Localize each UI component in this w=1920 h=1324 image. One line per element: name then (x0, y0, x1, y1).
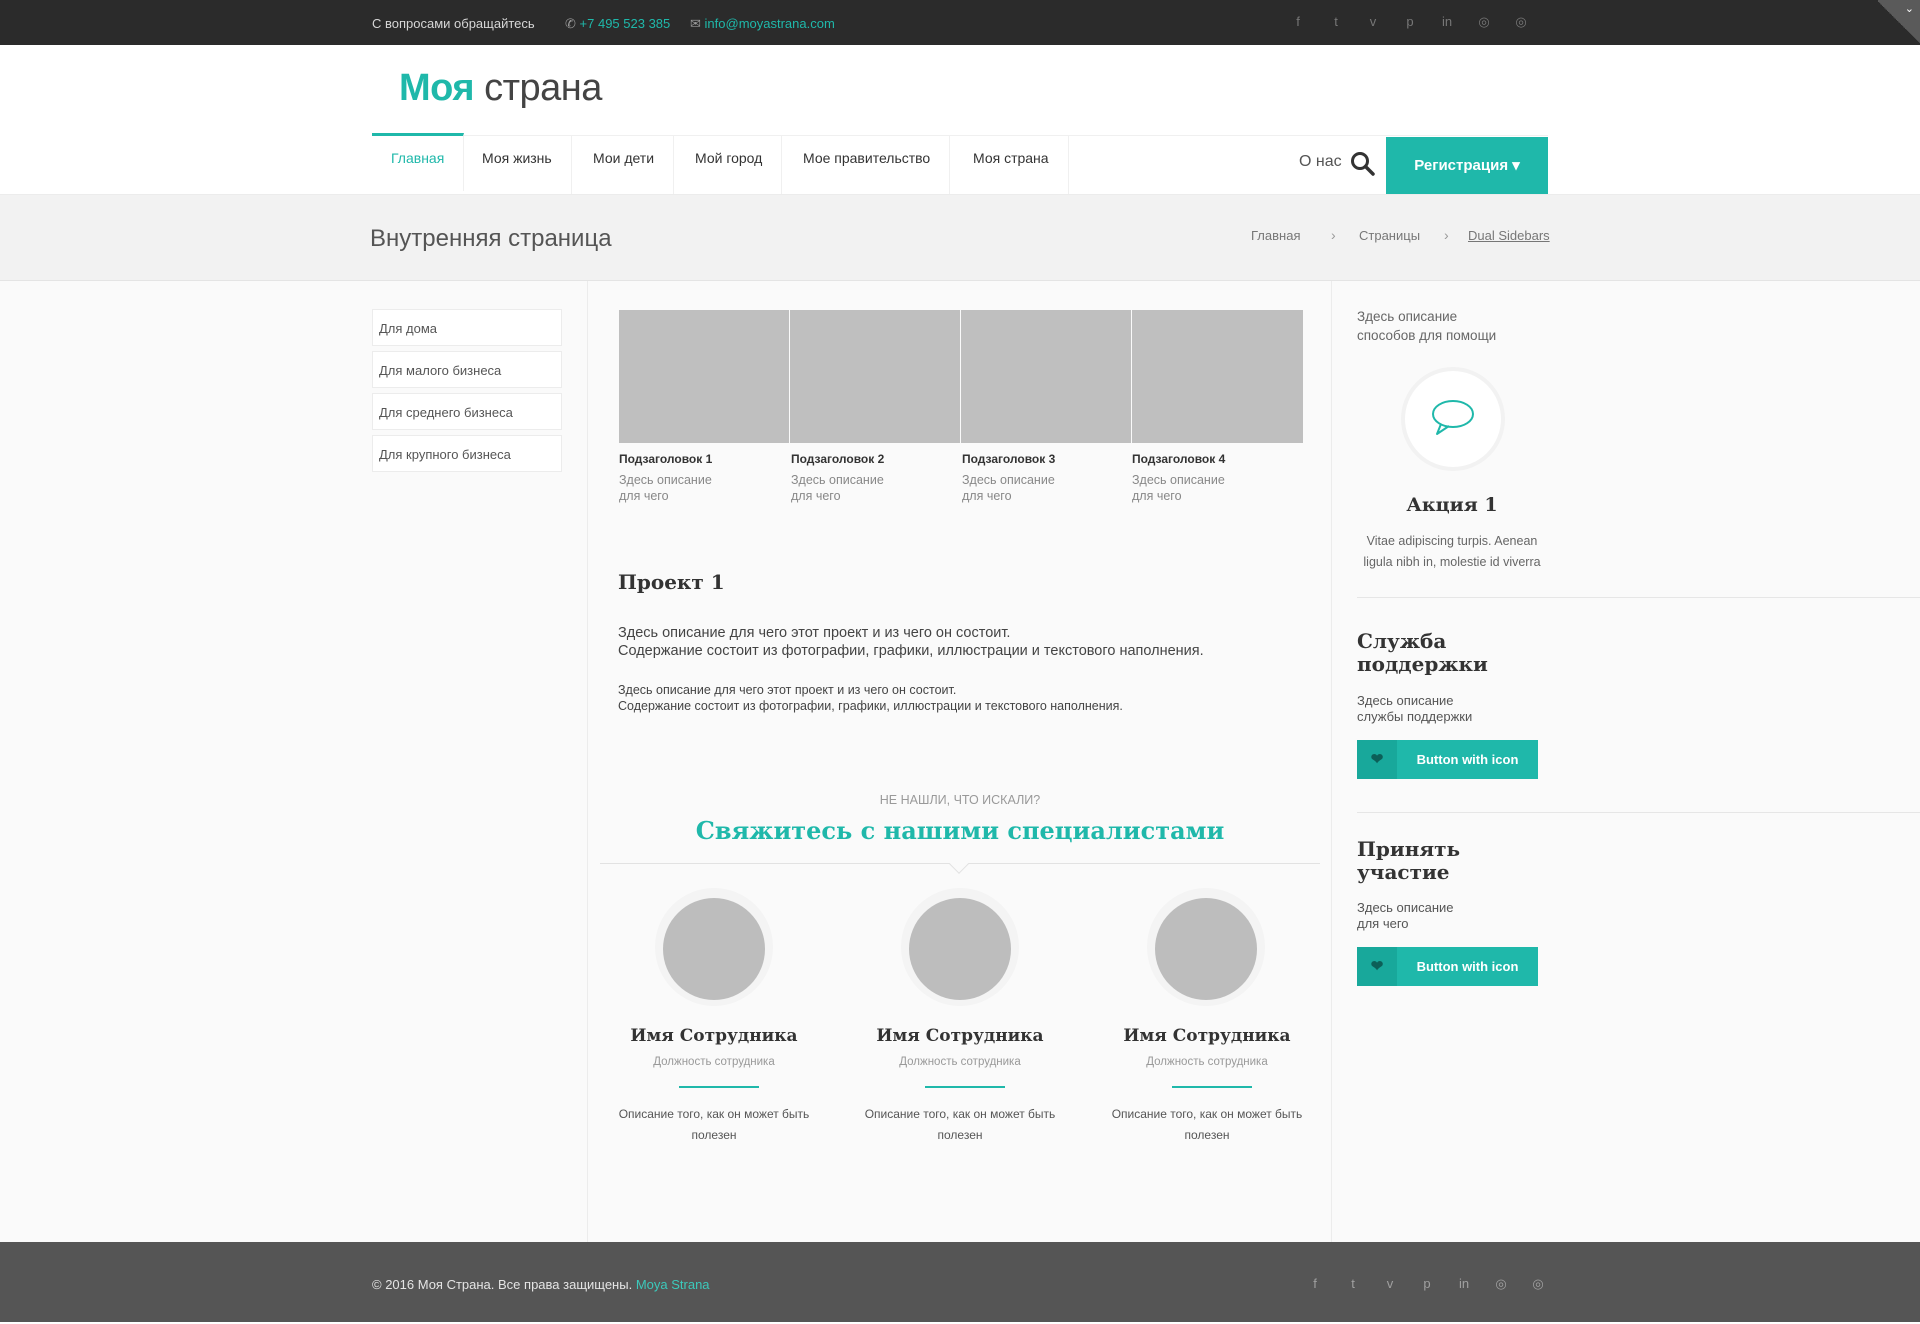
dribbble-icon[interactable]: ◎ (1529, 1275, 1547, 1293)
member-name: Имя Сотрудника (876, 1026, 1044, 1046)
gallery-image[interactable] (961, 310, 1131, 443)
search-icon[interactable] (1350, 151, 1376, 177)
envelope-icon: ✉ (690, 16, 701, 31)
join-text: Здесь описание для чего (1357, 900, 1454, 931)
member-description: Описание того, как он может быть полезен (618, 1107, 810, 1142)
support-text: Здесь описание службы поддержки (1357, 693, 1473, 724)
sidebar-item-small-business[interactable]: Для малого бизнеса (372, 351, 562, 388)
panel-toggle[interactable]: ⌄ (1878, 0, 1920, 45)
dribbble-icon[interactable]: ◎ (1512, 13, 1530, 31)
top-bar: С вопросами обращайтесь ✆ +7 495 523 385… (0, 0, 1920, 45)
breadcrumb-pages[interactable]: Страницы (1359, 228, 1420, 243)
project-title: Проект 1 (618, 570, 725, 594)
heart-icon: ❤ (1357, 740, 1397, 779)
member-role: Должность сотрудника (653, 1056, 775, 1068)
avatar (909, 898, 1011, 1000)
chevron-down-icon: ⌄ (1904, 3, 1914, 15)
phone-link[interactable]: ✆ +7 495 523 385 (565, 16, 670, 32)
nav-item-about[interactable]: О нас (1299, 153, 1342, 171)
support-title: Служба поддержки (1357, 629, 1488, 676)
nav-item-my-government[interactable]: Мое правительство (784, 136, 951, 194)
pinterest-icon[interactable]: p (1418, 1275, 1436, 1293)
breadcrumb-home[interactable]: Главная (1251, 228, 1300, 243)
site-header: Моя страна Главная Моя жизнь Мои дети Мо… (0, 45, 1920, 195)
sidebar-intro: Здесь описание способов для помощи (1357, 309, 1497, 343)
nav-item-my-country[interactable]: Моя страна (954, 136, 1069, 194)
join-title: Принять участие (1357, 837, 1461, 884)
gallery-image[interactable] (1132, 310, 1303, 443)
facebook-icon[interactable]: f (1306, 1275, 1324, 1293)
gallery-image[interactable] (619, 310, 789, 443)
heart-icon: ❤ (1357, 947, 1397, 986)
sidebar-item-large-business[interactable]: Для крупного бизнеса (372, 435, 562, 472)
member-divider (925, 1086, 1005, 1088)
cta-subtitle: НЕ НАШЛИ, ЧТО ИСКАЛИ? (879, 793, 1041, 807)
speech-bubble-icon (1429, 397, 1477, 442)
nav-item-my-kids[interactable]: Мои дети (574, 136, 675, 194)
breadcrumb-separator: › (1331, 227, 1336, 243)
avatar (1155, 898, 1257, 1000)
sidebar-item-home[interactable]: Для дома (372, 309, 562, 346)
nav-item-my-city[interactable]: Мой город (676, 136, 783, 194)
breadcrumb-separator: › (1444, 227, 1449, 243)
site-footer: © 2016 Моя Страна. Все права защищены. M… (0, 1242, 1920, 1324)
gallery-item-title: Подзаголовок 1 (619, 452, 713, 466)
gallery-item-title: Подзаголовок 4 (1132, 452, 1226, 466)
register-button[interactable]: Регистрация ▾ (1386, 137, 1548, 194)
vimeo-icon[interactable]: v (1381, 1275, 1399, 1293)
member-divider (679, 1086, 759, 1088)
gallery-item-title: Подзаголовок 2 (791, 452, 885, 466)
email-link[interactable]: ✉ info@moyastrana.com (690, 16, 835, 32)
member-description: Описание того, как он может быть полезен (1111, 1107, 1303, 1142)
nav-item-home[interactable]: Главная (372, 133, 465, 191)
project-description: Здесь описание для чего этот проект и из… (618, 625, 1204, 659)
breadcrumb-current[interactable]: Dual Sidebars (1468, 228, 1550, 243)
column-divider (1331, 281, 1332, 1242)
promo-icon-circle (1401, 367, 1505, 471)
twitter-icon[interactable]: t (1344, 1275, 1362, 1293)
member-name: Имя Сотрудника (630, 1026, 798, 1046)
cta-title: Свяжитесь с нашими специалистами (695, 816, 1225, 845)
phone-icon: ✆ (565, 16, 576, 31)
site-logo[interactable]: Моя страна (399, 67, 602, 110)
page-title: Внутренняя страница (370, 225, 612, 252)
promo-text: Vitae adipiscing turpis. Aenean ligula n… (1363, 534, 1541, 569)
contact-text: С вопросами обращайтесь (372, 16, 535, 31)
member-role: Должность сотрудника (899, 1056, 1021, 1068)
pinterest-icon[interactable]: p (1401, 13, 1419, 31)
gallery-item-desc: Здесь описание для чего (791, 473, 884, 503)
promo-title: Акция 1 (1406, 494, 1498, 516)
gallery-item-title: Подзаголовок 3 (962, 452, 1056, 466)
member-name: Имя Сотрудника (1123, 1026, 1291, 1046)
divider-notch (949, 854, 969, 874)
support-button[interactable]: ❤ Button with icon (1357, 740, 1538, 779)
member-description: Описание того, как он может быть полезен (864, 1107, 1056, 1142)
sidebar-divider (1357, 812, 1920, 813)
avatar (663, 898, 765, 1000)
facebook-icon[interactable]: f (1289, 13, 1307, 31)
gallery-item-desc: Здесь описание для чего (962, 473, 1055, 503)
copyright-text: © 2016 Моя Страна. Все права защищены. M… (372, 1277, 710, 1292)
linkedin-icon[interactable]: in (1455, 1275, 1473, 1293)
twitter-icon[interactable]: t (1327, 13, 1345, 31)
gallery-image[interactable] (790, 310, 960, 443)
linkedin-icon[interactable]: in (1438, 13, 1456, 31)
dribbble-icon[interactable]: ◎ (1492, 1275, 1510, 1293)
project-description-small: Здесь описание для чего этот проект и из… (618, 683, 1123, 713)
page-title-bar: Внутренняя страница Главная › Страницы ›… (0, 195, 1920, 281)
gallery-item-desc: Здесь описание для чего (1132, 473, 1225, 503)
member-role: Должность сотрудника (1146, 1056, 1268, 1068)
nav-item-my-life[interactable]: Моя жизнь (463, 136, 572, 194)
sidebar-divider (1357, 597, 1920, 598)
vimeo-icon[interactable]: v (1364, 13, 1382, 31)
dribbble-icon[interactable]: ◎ (1475, 13, 1493, 31)
member-divider (1172, 1086, 1252, 1088)
gallery-item-desc: Здесь описание для чего (619, 473, 712, 503)
column-divider (587, 281, 588, 1242)
join-button[interactable]: ❤ Button with icon (1357, 947, 1538, 986)
sidebar-item-medium-business[interactable]: Для среднего бизнеса (372, 393, 562, 430)
footer-brand-link[interactable]: Moya Strana (636, 1277, 710, 1292)
